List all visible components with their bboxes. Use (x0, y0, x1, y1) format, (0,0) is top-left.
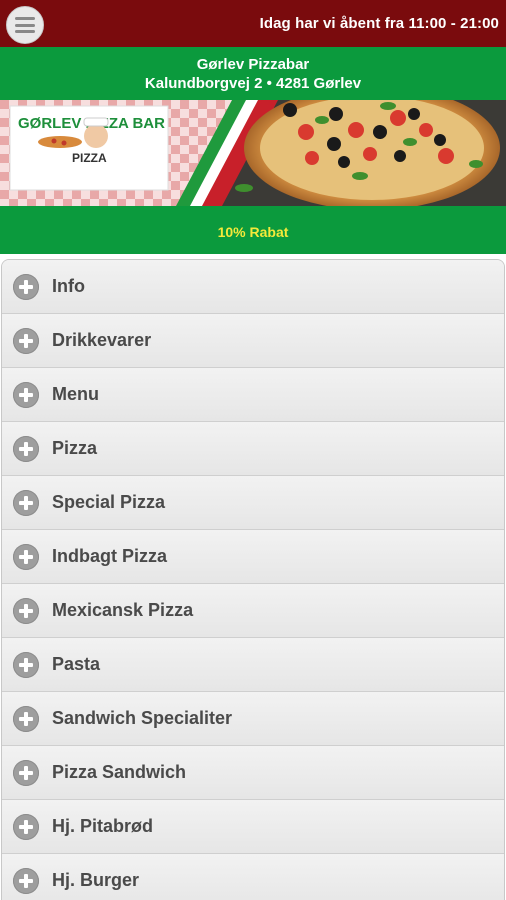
list-item-drikkevarer[interactable]: Drikkevarer (2, 314, 504, 368)
top-bar: Idag har vi åbent fra 11:00 - 21:00 (0, 0, 506, 47)
discount-banner[interactable]: 10% Rabat (0, 206, 506, 254)
list-item-label: Drikkevarer (52, 330, 152, 350)
list-item-info[interactable]: Info (2, 260, 504, 314)
plus-circle-icon (13, 327, 39, 354)
list-item-label: Special Pizza (52, 492, 166, 512)
list-item-menu[interactable]: Menu (2, 368, 504, 422)
plus-circle-icon (13, 381, 39, 408)
list-item-hj-pitabrod[interactable]: Hj. Pitabrød (2, 800, 504, 854)
list-item-hj-burger[interactable]: Hj. Burger (2, 854, 504, 900)
plus-circle-icon (13, 435, 39, 462)
logo-subtext: PIZZA (72, 151, 107, 165)
list-item-special-pizza[interactable]: Special Pizza (2, 476, 504, 530)
list-item-label: Pasta (52, 654, 101, 674)
list-item-label: Hj. Pitabrød (52, 816, 154, 836)
store-info: Gørlev Pizzabar Kalundborgvej 2 • 4281 G… (0, 47, 506, 100)
list-item-label: Menu (52, 384, 99, 404)
list-item-label: Pizza Sandwich (52, 762, 187, 782)
list-item-label: Pizza (52, 438, 98, 458)
plus-circle-icon (13, 705, 39, 732)
list-item-label: Indbagt Pizza (52, 546, 168, 566)
list-item-label: Sandwich Specialiter (52, 708, 233, 728)
category-list: Info Drikkevarer Menu Pizza Special Pizz… (1, 259, 505, 900)
menu-button[interactable] (6, 6, 44, 44)
list-item-sandwich-specialiter[interactable]: Sandwich Specialiter (2, 692, 504, 746)
list-item-pasta[interactable]: Pasta (2, 638, 504, 692)
store-address: Kalundborgvej 2 • 4281 Gørlev (144, 75, 362, 92)
plus-circle-icon (13, 597, 39, 624)
plus-circle-icon (13, 759, 39, 786)
list-item-label: Hj. Burger (52, 870, 140, 890)
plus-circle-icon (13, 651, 39, 678)
list-item-label: Info (52, 276, 85, 296)
plus-circle-icon (13, 813, 39, 840)
list-item-indbagt-pizza[interactable]: Indbagt Pizza (2, 530, 504, 584)
hamburger-icon (15, 17, 35, 33)
opening-hours: Idag har vi åbent fra 11:00 - 21:00 (259, 15, 499, 32)
banner-image: GØRLEV PIZZA BAR PIZZA (0, 100, 506, 206)
plus-circle-icon (13, 273, 39, 300)
list-item-pizza-sandwich[interactable]: Pizza Sandwich (2, 746, 504, 800)
plus-circle-icon (13, 543, 39, 570)
list-item-label: Mexicansk Pizza (52, 600, 194, 620)
list-item-pizza[interactable]: Pizza (2, 422, 504, 476)
plus-circle-icon (13, 867, 39, 894)
list-item-mexicansk-pizza[interactable]: Mexicansk Pizza (2, 584, 504, 638)
plus-circle-icon (13, 489, 39, 516)
banner-graphic: GØRLEV PIZZA BAR PIZZA (0, 100, 506, 206)
store-name: Gørlev Pizzabar (196, 56, 310, 73)
